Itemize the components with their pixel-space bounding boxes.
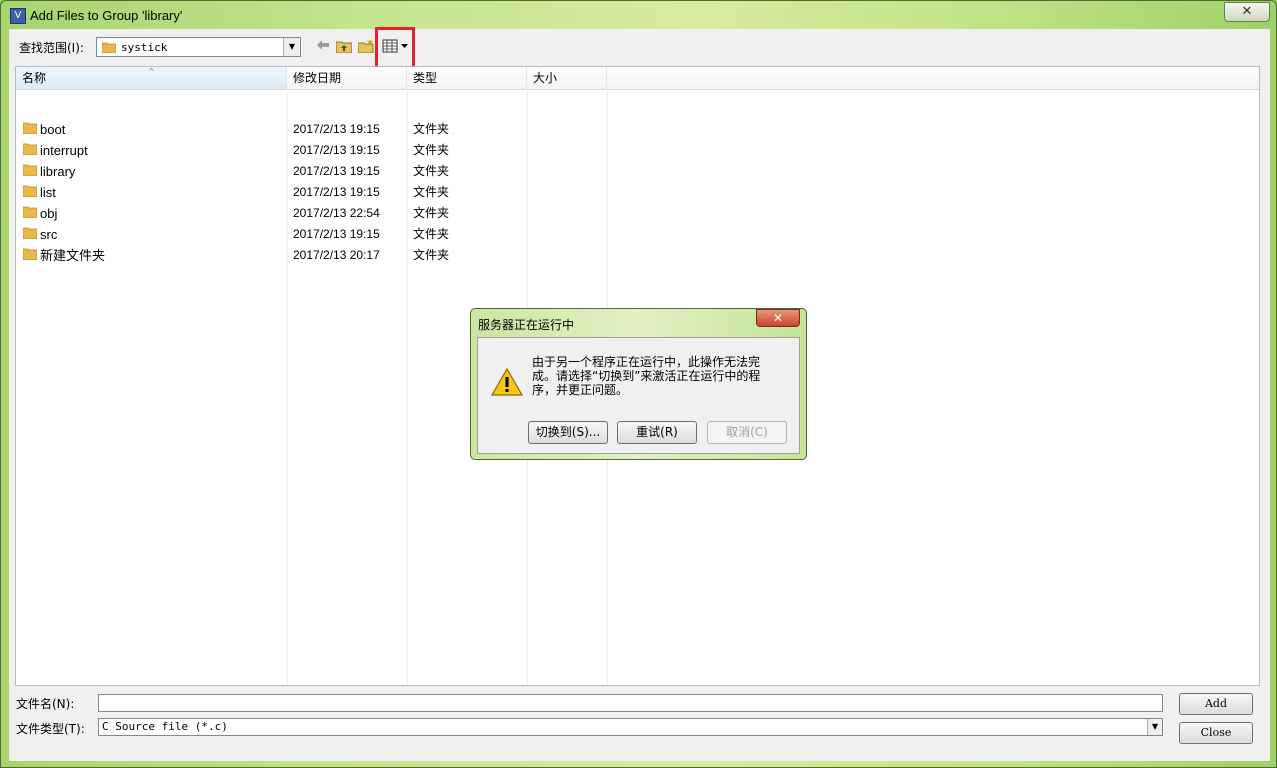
- dialog-body: 由于另一个程序正在运行中，此操作无法完成。请选择“切换到”来激活正在运行中的程序…: [477, 337, 800, 454]
- look-in-label: 查找范围(I):: [19, 41, 84, 55]
- list-item[interactable]: list 2017/2/13 19:15 文件夹: [16, 182, 616, 203]
- item-type: 文件夹: [413, 227, 450, 241]
- filename-label: 文件名(N):: [16, 697, 75, 711]
- list-item[interactable]: boot 2017/2/13 19:15 文件夹: [16, 119, 616, 140]
- new-folder-icon[interactable]: [357, 39, 375, 55]
- item-date: 2017/2/13 19:15: [293, 185, 380, 199]
- item-date: 2017/2/13 19:15: [293, 227, 380, 241]
- sort-arrow-icon: ^: [148, 67, 155, 76]
- folder-icon: [22, 185, 38, 200]
- list-item[interactable]: interrupt 2017/2/13 19:15 文件夹: [16, 140, 616, 161]
- folder-icon: [22, 248, 38, 263]
- view-menu-highlight: [375, 27, 415, 71]
- chevron-down-icon[interactable]: ▼: [1147, 719, 1162, 735]
- column-header-type[interactable]: 类型: [407, 67, 527, 89]
- column-header-date[interactable]: 修改日期: [287, 67, 407, 89]
- item-date: 2017/2/13 22:54: [293, 206, 380, 220]
- item-name: obj: [40, 206, 58, 221]
- item-type: 文件夹: [413, 143, 450, 157]
- title-bar[interactable]: V Add Files to Group 'library' ✕: [1, 1, 1276, 29]
- filetype-select[interactable]: C Source file (*.c) ▼: [98, 718, 1163, 736]
- item-type: 文件夹: [413, 248, 450, 262]
- item-type: 文件夹: [413, 185, 450, 199]
- item-name: src: [40, 227, 58, 242]
- list-item[interactable]: src 2017/2/13 19:15 文件夹: [16, 224, 616, 245]
- warning-icon: [490, 367, 524, 399]
- cancel-button: 取消(C): [707, 421, 787, 444]
- dialog-message: 由于另一个程序正在运行中，此操作无法完成。请选择“切换到”来激活正在运行中的程序…: [532, 355, 761, 397]
- item-date: 2017/2/13 19:15: [293, 122, 380, 136]
- item-date: 2017/2/13 20:17: [293, 248, 380, 262]
- dialog-title: 服务器正在运行中: [478, 318, 575, 332]
- switch-to-button[interactable]: 切换到(S)...: [528, 421, 608, 444]
- list-item[interactable]: obj 2017/2/13 22:54 文件夹: [16, 203, 616, 224]
- item-type: 文件夹: [413, 206, 450, 220]
- folder-icon: [101, 41, 117, 56]
- filetype-value: C Source file (*.c): [102, 720, 228, 733]
- item-date: 2017/2/13 19:15: [293, 164, 380, 178]
- folder-icon: [22, 164, 38, 179]
- item-name: interrupt: [40, 143, 88, 158]
- chevron-down-icon[interactable]: ▼: [283, 38, 300, 56]
- list-header: 名称 ^ 修改日期 类型 大小: [16, 67, 1259, 90]
- filename-input[interactable]: [98, 694, 1163, 712]
- column-name-label: 名称: [22, 71, 47, 85]
- look-in-combo[interactable]: systick ▼: [96, 37, 301, 57]
- up-folder-icon[interactable]: [335, 39, 353, 55]
- list-item[interactable]: 新建文件夹 2017/2/13 20:17 文件夹: [16, 245, 616, 266]
- list-item[interactable]: library 2017/2/13 19:15 文件夹: [16, 161, 616, 182]
- close-button[interactable]: Close: [1179, 722, 1253, 744]
- folder-icon: [22, 143, 38, 158]
- app-icon: V: [10, 8, 26, 24]
- item-date: 2017/2/13 19:15: [293, 143, 380, 157]
- item-name: library: [40, 164, 76, 179]
- look-in-value: systick: [121, 41, 168, 54]
- dialog-close-button[interactable]: ✕: [756, 309, 800, 327]
- item-name: list: [40, 185, 56, 200]
- item-name: boot: [40, 122, 66, 137]
- add-button[interactable]: Add: [1179, 693, 1253, 715]
- server-busy-dialog: 服务器正在运行中 ✕ 由于另一个程序正在运行中，此操作无法完成。请选择“切换到”…: [470, 308, 807, 460]
- folder-icon: [22, 122, 38, 137]
- folder-icon: [22, 206, 38, 221]
- back-arrow-icon[interactable]: [314, 39, 332, 55]
- window-title: Add Files to Group 'library': [30, 8, 183, 23]
- filetype-label: 文件类型(T):: [16, 722, 85, 736]
- item-type: 文件夹: [413, 122, 450, 136]
- item-type: 文件夹: [413, 164, 450, 178]
- column-header-name[interactable]: 名称 ^: [16, 67, 287, 89]
- retry-button[interactable]: 重试(R): [617, 421, 697, 444]
- item-name: 新建文件夹: [40, 248, 106, 263]
- column-header-size[interactable]: 大小: [527, 67, 607, 89]
- window-close-button[interactable]: ✕: [1224, 2, 1270, 22]
- folder-icon: [22, 227, 38, 242]
